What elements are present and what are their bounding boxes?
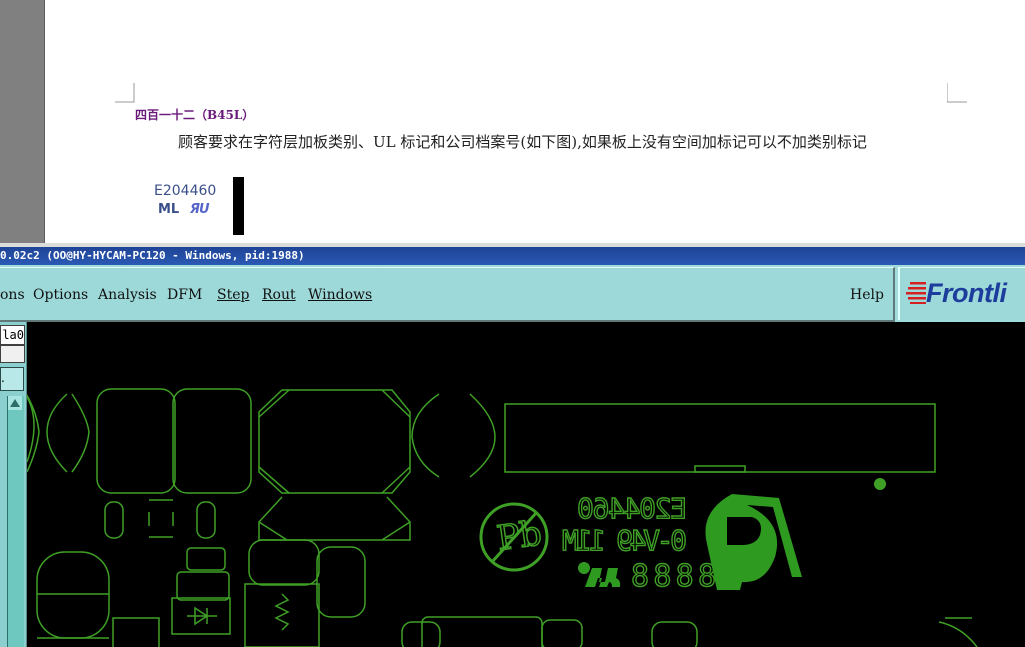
- menu-item-dfm[interactable]: DFM: [167, 287, 202, 303]
- pcb-coil-detail: [274, 593, 290, 631]
- pcb-graphics-canvas[interactable]: Pb E204460 0-V49 11M 8888: [27, 322, 1025, 647]
- menu-item-options[interactable]: Options: [33, 287, 88, 303]
- pcb-pad-outline: [411, 393, 440, 478]
- frontline-logo-text: Frontli: [926, 278, 1007, 308]
- ul-mark-image: E204460 ML ЯU: [140, 181, 225, 227]
- menu-item-analysis[interactable]: Analysis: [98, 287, 157, 303]
- menu-panel: ons Options Analysis DFM Step Rout Windo…: [0, 267, 895, 322]
- pcb-component-outline: [541, 619, 583, 647]
- ul-ml-text: ML: [158, 202, 180, 217]
- pcb-capacitor-outline: [172, 388, 252, 494]
- page-corner-mark: [115, 83, 135, 103]
- scroll-up-arrow-icon[interactable]: [8, 396, 22, 410]
- pcb-pad-outline: [938, 621, 978, 647]
- ul-logo: ЯU: [190, 202, 210, 217]
- window-title-bar[interactable]: 0.02c2 (OO@HY-HYCAM-PC120 - Windows, pid…: [0, 247, 1025, 265]
- board-marking-dot: [578, 562, 590, 574]
- pcb-component-outline: [36, 551, 110, 639]
- pcb-capacitor-outline: [96, 388, 176, 494]
- menu-item-windows[interactable]: Windows: [308, 287, 372, 303]
- pcb-inductor-detail: [258, 521, 411, 541]
- pcb-pad-outline: [148, 499, 174, 538]
- frontline-logo-panel: Frontli: [898, 267, 1025, 320]
- pcb-component-outline: [401, 621, 441, 647]
- pcb-component-outline: [248, 539, 320, 586]
- board-marking-code: E204460: [577, 492, 687, 525]
- pcb-connector-outline: [504, 403, 936, 473]
- document-heading: 四百一十二（B45L）: [135, 108, 255, 122]
- board-marking-rating: 0-V49 11M: [562, 524, 687, 557]
- pcb-pad-outline: [469, 393, 496, 478]
- lead-free-symbol-text: Pb: [494, 513, 544, 559]
- pcb-connector-tab: [694, 465, 746, 473]
- pcb-component-outline: [176, 571, 230, 601]
- menu-item-actions[interactable]: ons: [0, 287, 25, 303]
- ul-code-text: E204460: [154, 183, 217, 199]
- pcb-inductor-outline: [258, 389, 411, 494]
- board-marking-date: 8888: [631, 559, 716, 594]
- left-scrollbar[interactable]: [7, 396, 24, 647]
- layer-field-secondary[interactable]: [0, 345, 25, 363]
- pcb-component-outline: [186, 547, 226, 571]
- pcb-component-outline: [651, 621, 698, 647]
- menu-item-help[interactable]: Help: [850, 287, 884, 303]
- pcb-resistor-outline: [104, 501, 124, 539]
- company-logo-detail: [727, 517, 761, 545]
- pcb-component-outline: [112, 617, 160, 647]
- pcb-inductor-detail: [258, 389, 411, 494]
- pcb-component-outline: [71, 393, 90, 473]
- pcb-fiducial: [874, 478, 886, 490]
- ul-recognized-logo: [585, 568, 621, 587]
- text-cursor-bar: [233, 177, 244, 235]
- left-toolbar-button[interactable]: .: [0, 367, 24, 391]
- menu-item-step[interactable]: Step: [217, 287, 249, 303]
- document-paragraph: 顾客要求在字符层加板类别、UL 标记和公司档案号(如下图),如果板上没有空间加标…: [178, 133, 867, 151]
- pcb-component-outline: [46, 393, 68, 473]
- menu-item-rout[interactable]: Rout: [262, 287, 296, 303]
- pcb-inductor-outline: [258, 496, 411, 541]
- pcb-diode-symbol: [187, 606, 217, 626]
- window-title: 0.02c2 (OO@HY-HYCAM-PC120 - Windows, pid…: [0, 249, 305, 262]
- layer-name-field[interactable]: la0: [0, 325, 25, 345]
- pcb-resistor-outline: [196, 501, 216, 539]
- document-left-margin: [0, 0, 45, 245]
- page-corner-mark: [947, 83, 967, 103]
- pcb-drawing: Pb E204460 0-V49 11M 8888: [27, 388, 978, 647]
- pcb-component-outline: [316, 546, 366, 618]
- frontline-logo-icon: [906, 282, 926, 304]
